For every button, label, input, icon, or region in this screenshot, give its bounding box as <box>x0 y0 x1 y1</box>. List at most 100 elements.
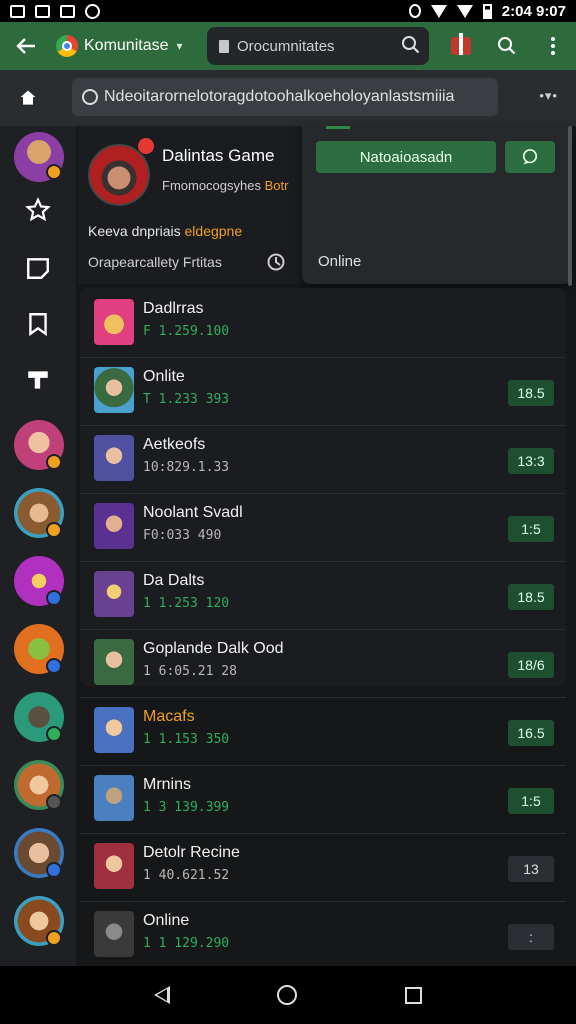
tab-switcher[interactable]: Komunitase ▾ <box>56 29 183 63</box>
rail-badge <box>46 522 62 538</box>
game-avatar <box>94 299 134 345</box>
item-subtitle: 1 1.253 120 <box>143 596 230 611</box>
search-icon <box>498 37 516 55</box>
item-title: Online <box>143 912 190 929</box>
item-subtitle: F 1.259.100 <box>143 324 230 339</box>
url-title: Orocumnitates <box>237 37 335 55</box>
item-title: Dadlrras <box>143 300 204 317</box>
item-badge[interactable]: 18/6 <box>508 652 554 678</box>
back-button[interactable] <box>0 22 52 70</box>
game-avatar <box>94 639 134 685</box>
item-subtitle: 1 1.153 350 <box>143 732 230 747</box>
nav-home-icon[interactable] <box>277 985 298 1005</box>
tab-title: Komunitase <box>84 37 169 54</box>
profile-activity: Orapearcallety Frtitas <box>88 254 222 270</box>
item-title: Aetkeofs <box>143 436 206 453</box>
profile-avatar[interactable] <box>88 144 150 206</box>
item-title: Mrnins <box>143 776 192 793</box>
item-title: Noolant Svadl <box>143 504 243 521</box>
profile-subtitle: Fmomocogsyhes Botr <box>162 178 289 193</box>
message-button[interactable] <box>505 141 555 173</box>
list-item[interactable]: Noolant Svadl F0:033 490 1:5 <box>80 494 566 562</box>
item-subtitle: T 1.233 393 <box>143 392 230 407</box>
rail-badge <box>46 658 62 674</box>
gift-icon <box>451 33 471 55</box>
game-avatar <box>94 435 134 481</box>
list-item[interactable]: Goplande Dalk Ood 1 6:05.21 28 18/6 <box>80 630 566 698</box>
nav-recents-icon[interactable] <box>405 986 423 1004</box>
url-bar[interactable]: Orocumnitates <box>207 27 429 65</box>
list-item[interactable]: Da Dalts 1 1.253 120 18.5 <box>80 562 566 630</box>
browser-toolbar: Komunitase ▾ Orocumnitates <box>0 22 576 70</box>
item-badge[interactable]: 1:5 <box>508 788 554 814</box>
wifi-icon <box>430 4 447 18</box>
profile-name: Dalintas Game <box>162 146 275 165</box>
item-badge[interactable]: 18.5 <box>508 380 554 406</box>
search-icon[interactable] <box>401 35 421 55</box>
popup-primary-button[interactable]: Natoaioasadn <box>316 141 496 173</box>
item-subtitle: 10:829.1.33 <box>143 460 230 475</box>
item-subtitle: 1 40.621.52 <box>143 868 230 883</box>
rail-badge <box>46 726 62 742</box>
list-item[interactable]: Mrnins 1 3 139.399 1:5 <box>80 766 566 834</box>
gift-button[interactable] <box>438 22 484 70</box>
rail-badge <box>46 862 62 878</box>
more-vert-icon <box>551 37 555 55</box>
search-button[interactable] <box>484 22 530 70</box>
overflow-menu-button[interactable] <box>530 22 576 70</box>
signal-icon <box>456 4 473 18</box>
item-badge[interactable]: 18.5 <box>508 584 554 610</box>
online-status: Online <box>318 253 362 270</box>
list-item[interactable]: Detolr Recine 1 40.621.52 13 <box>80 834 566 902</box>
library-icon[interactable] <box>24 366 52 394</box>
item-badge[interactable]: : <box>508 924 554 950</box>
profile-description: Keeva dnpriais eldegpne <box>88 223 243 239</box>
item-badge[interactable]: 13:3 <box>508 448 554 474</box>
notification-icon <box>85 3 100 19</box>
nav-back-icon[interactable] <box>153 986 170 1004</box>
rail-badge <box>46 930 62 946</box>
popup-pointer <box>326 126 350 129</box>
clock: 2:04 9:07 <box>501 2 566 20</box>
info-icon <box>82 89 98 105</box>
status-bar: 2:04 9:07 <box>0 0 576 22</box>
more-icon[interactable]: •▾• <box>539 88 558 104</box>
home-icon <box>20 90 36 105</box>
list-item[interactable]: Onlite T 1.233 393 18.5 <box>80 358 566 426</box>
address-bar-row: Ndeoitarornelotoragdotoohalkoeholoyanlas… <box>0 70 576 126</box>
item-subtitle: 1 6:05.21 28 <box>143 664 237 679</box>
item-subtitle: 1 3 139.399 <box>143 800 230 815</box>
scrollbar[interactable] <box>568 126 572 286</box>
page-icon <box>219 39 229 53</box>
bookmark-button[interactable] <box>0 70 56 126</box>
location-icon <box>408 4 421 18</box>
chevron-down-icon: ▾ <box>176 39 183 53</box>
image-icon <box>10 4 25 18</box>
address-text: Ndeoitarornelotoragdotoohalkoeholoyanlas… <box>104 88 455 105</box>
history-icon[interactable] <box>266 252 286 272</box>
item-badge[interactable]: 1:5 <box>508 516 554 542</box>
item-title: Da Dalts <box>143 572 205 589</box>
notification-badge <box>138 138 154 154</box>
document-icon <box>60 4 75 18</box>
list-item[interactable]: Online 1 1 129.290: <box>80 902 566 970</box>
game-avatar <box>94 843 134 889</box>
list-item[interactable]: Aetkeofs 10:829.1.33 13:3 <box>80 426 566 494</box>
message-icon <box>35 4 50 18</box>
address-field[interactable]: Ndeoitarornelotoragdotoohalkoeholoyanlas… <box>72 78 498 116</box>
star-icon[interactable] <box>24 196 52 224</box>
game-avatar <box>94 775 134 821</box>
arrow-left-icon <box>16 38 35 54</box>
bookmark-icon[interactable] <box>24 310 52 338</box>
status-popup: Natoaioasadn Online <box>302 126 572 284</box>
list-item[interactable]: Macafs 1 1.153 350 16.5 <box>80 698 566 766</box>
list-item[interactable]: Dadlrras F 1.259.100 <box>80 290 566 358</box>
item-badge[interactable]: 13 <box>508 856 554 882</box>
rail-badge <box>46 590 62 606</box>
item-title: Macafs <box>143 708 195 725</box>
item-subtitle: F0:033 490 <box>143 528 222 543</box>
chat-icon[interactable] <box>24 254 52 282</box>
item-badge[interactable]: 16.5 <box>508 720 554 746</box>
rail-badge <box>46 454 62 470</box>
item-subtitle: 1 1 129.290 <box>143 936 230 951</box>
